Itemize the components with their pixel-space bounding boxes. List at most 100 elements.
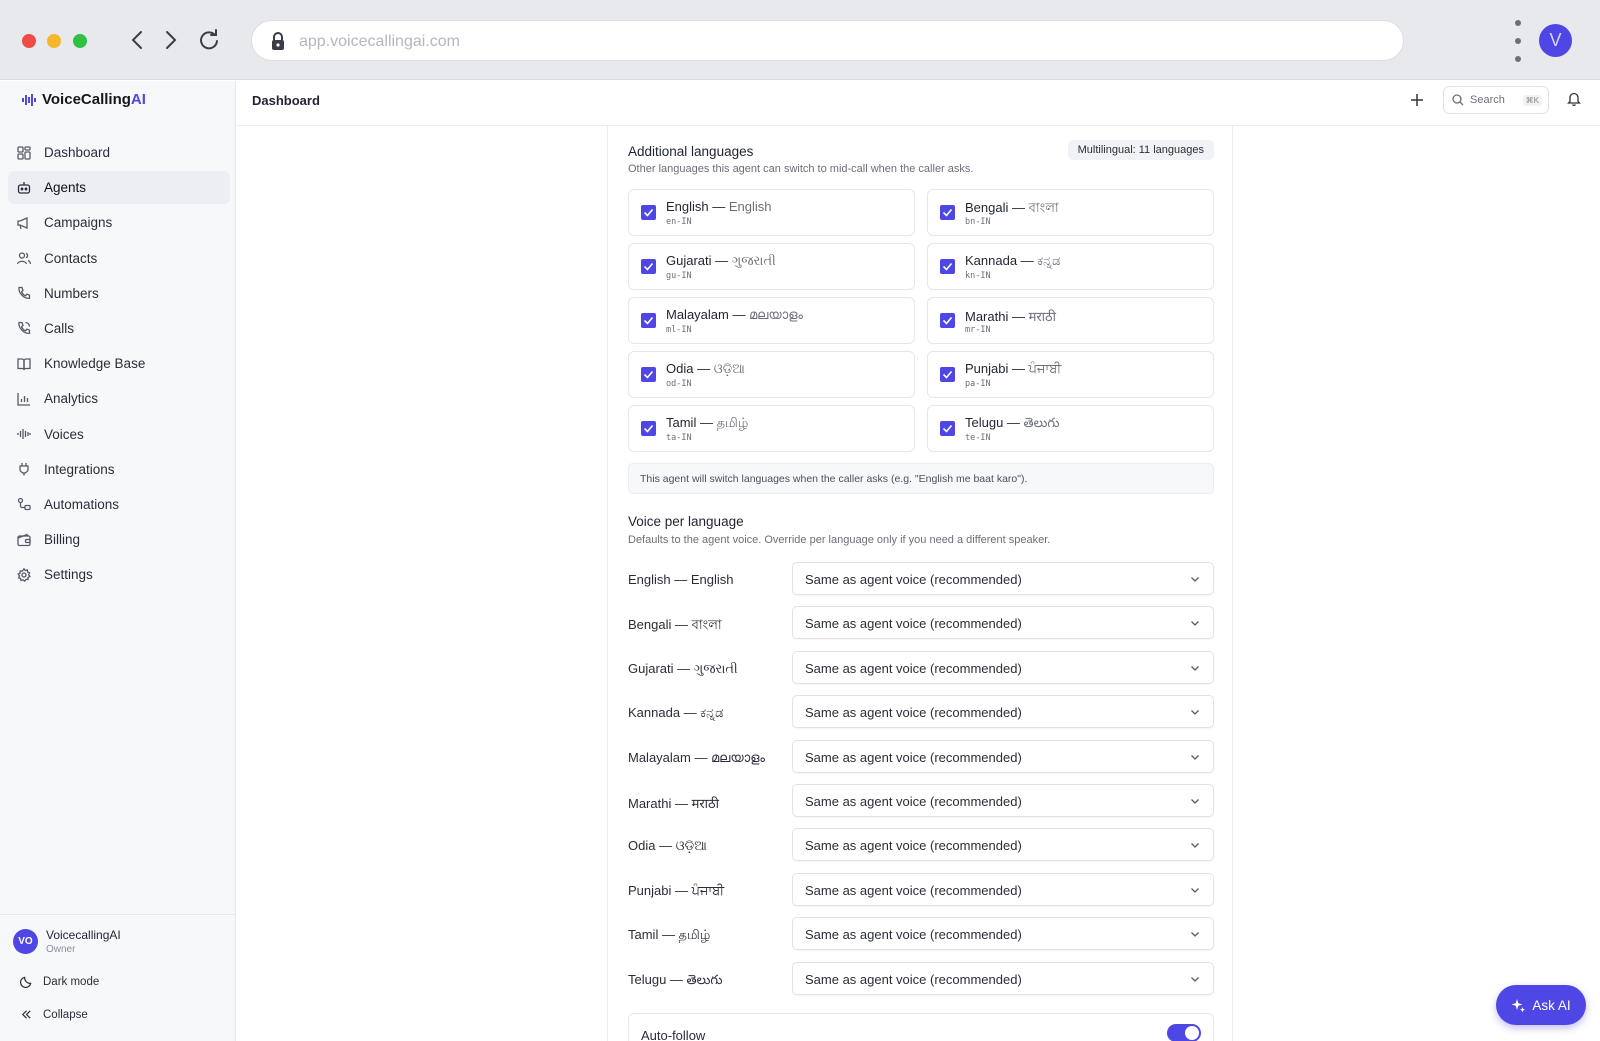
checkbox-checked[interactable] [940, 313, 955, 328]
language-code: mr-IN [965, 325, 991, 335]
chevrons-left-icon [21, 1010, 31, 1019]
language-native: मराठी [1028, 309, 1056, 324]
checkbox-checked[interactable] [940, 367, 955, 382]
window-close-button[interactable] [22, 34, 36, 48]
voice-select[interactable]: Same as agent voice (recommended) [792, 961, 1214, 995]
checkbox-checked[interactable] [940, 421, 955, 436]
checkbox-checked[interactable] [641, 421, 656, 436]
checkbox-checked[interactable] [641, 367, 656, 382]
language-option-malayalam[interactable]: Malayalam — മലയാളം ml-IN [628, 297, 915, 344]
voice-select[interactable]: Same as agent voice (recommended) [792, 783, 1214, 817]
sidebar-item-label: Numbers [44, 285, 99, 301]
voice-row-label: Punjabi — ਪੰਜਾਬੀ [628, 882, 725, 898]
language-option-tamil[interactable]: Tamil — தமிழ் ta-IN [628, 405, 915, 452]
language-code: ml-IN [666, 325, 692, 335]
address-bar[interactable]: app.voicecallingai.com [251, 20, 1404, 61]
auto-follow-toggle[interactable] [1167, 1024, 1201, 1041]
sidebar-item-agents[interactable]: Agents [8, 171, 230, 205]
voice-row: Punjabi — ਪੰਜਾਬੀ Same as agent voice (re… [628, 872, 1214, 917]
collapse-button[interactable]: Collapse [20, 1008, 88, 1021]
window-maximize-button[interactable] [73, 34, 87, 48]
reload-button[interactable] [195, 26, 223, 54]
language-name: Gujarati [666, 253, 712, 268]
voice-select[interactable]: Same as agent voice (recommended) [792, 828, 1214, 862]
voice-row: Gujarati — ગુજરાતી Same as agent voice (… [628, 650, 1214, 695]
waveform-logo-icon [22, 93, 36, 106]
voice-select[interactable]: Same as agent voice (recommended) [792, 695, 1214, 729]
sidebar-item-contacts[interactable]: Contacts [8, 242, 230, 275]
sidebar-item-settings[interactable]: Settings [8, 558, 230, 591]
language-checkbox-grid: English — English en-IN Bengali — বাংলা … [628, 189, 1214, 452]
add-button[interactable] [1410, 90, 1424, 113]
voice-select[interactable]: Same as agent voice (recommended) [792, 872, 1214, 906]
voice-row: Telugu — తెలుగు Same as agent voice (rec… [628, 961, 1214, 1006]
voice-row-label: Tamil — தமிழ் [628, 927, 711, 943]
sidebar-item-label: Agents [44, 180, 87, 196]
checkbox-checked[interactable] [940, 205, 955, 220]
voice-row-label: Malayalam — മലയാളം [628, 749, 765, 765]
voice-row-label: Marathi — मराठी [628, 795, 719, 811]
chevron-down-icon [1191, 932, 1199, 938]
language-option-marathi[interactable]: Marathi — मराठी mr-IN [927, 297, 1214, 344]
language-native: తెలుగు [1023, 415, 1060, 430]
sidebar-item-integrations[interactable]: Integrations [8, 453, 230, 486]
checkbox-checked[interactable] [641, 313, 656, 328]
language-option-telugu[interactable]: Telugu — తెలుగు te-IN [927, 405, 1214, 452]
language-code: kn-IN [965, 271, 991, 281]
sidebar-item-analytics[interactable]: Analytics [8, 382, 230, 415]
sidebar-item-campaigns[interactable]: Campaigns [8, 206, 230, 239]
language-name: Kannada [965, 253, 1018, 268]
plug-icon [16, 461, 32, 477]
language-option-english[interactable]: English — English en-IN [628, 189, 915, 236]
browser-menu-icon[interactable] [1508, 20, 1528, 62]
language-code: gu-IN [666, 271, 692, 281]
sidebar-item-calls[interactable]: Calls [8, 312, 230, 345]
browser-profile-avatar[interactable]: V [1539, 24, 1572, 57]
brand-logo[interactable]: VoiceCallingAI [22, 91, 146, 108]
language-option-bengali[interactable]: Bengali — বাংলা bn-IN [927, 189, 1214, 236]
chevron-left-icon [131, 31, 142, 49]
sidebar-item-automations[interactable]: Automations [8, 488, 230, 521]
dark-mode-label: Dark mode [43, 975, 100, 988]
dark-mode-toggle[interactable]: Dark mode [20, 975, 99, 988]
forward-button[interactable] [157, 26, 185, 54]
checkbox-checked[interactable] [940, 259, 955, 274]
voice-select[interactable]: Same as agent voice (recommended) [792, 562, 1214, 595]
sidebar-item-billing[interactable]: Billing [8, 523, 230, 556]
sidebar-item-knowledge-base[interactable]: Knowledge Base [8, 347, 230, 380]
language-option-gujarati[interactable]: Gujarati — ગુજરાતી gu-IN [628, 243, 915, 290]
voice-row: English — English Same as agent voice (r… [628, 562, 1214, 606]
users-icon [16, 250, 32, 266]
collapse-label: Collapse [43, 1008, 88, 1021]
sidebar-item-dashboard[interactable]: Dashboard [8, 136, 230, 169]
voice-select[interactable]: Same as agent voice (recommended) [792, 917, 1214, 951]
language-name: English [666, 199, 709, 214]
language-name: Telugu [965, 415, 1004, 430]
language-option-odia[interactable]: Odia — ଓଡ଼ିଆ od-IN [628, 351, 915, 398]
language-option-punjabi[interactable]: Punjabi — ਪੰਜਾਬੀ pa-IN [927, 351, 1214, 398]
sidebar-item-numbers[interactable]: Numbers [8, 277, 230, 310]
sidebar-item-label: Dashboard [44, 145, 111, 160]
checkbox-checked[interactable] [641, 259, 656, 274]
language-option-kannada[interactable]: Kannada — ಕನ್ನಡ kn-IN [927, 243, 1214, 290]
sidebar-item-voices[interactable]: Voices [8, 418, 230, 451]
back-button[interactable] [123, 26, 151, 54]
ask-ai-button[interactable]: Ask AI [1496, 985, 1586, 1025]
bot-icon [16, 180, 32, 196]
notifications-button[interactable] [1566, 91, 1582, 111]
voice-select[interactable]: Same as agent voice (recommended) [792, 606, 1214, 640]
voice-select[interactable]: Same as agent voice (recommended) [792, 739, 1214, 773]
voice-per-language-subtitle: Defaults to the agent voice. Override pe… [628, 534, 1051, 546]
checkbox-checked[interactable] [641, 205, 656, 220]
search-input[interactable]: Search ⌘K [1443, 86, 1549, 114]
gear-icon [16, 567, 32, 583]
window-minimize-button[interactable] [47, 34, 61, 48]
voice-select-value: Same as agent voice (recommended) [805, 971, 1022, 987]
additional-languages-subtitle: Other languages this agent can switch to… [628, 163, 974, 175]
search-shortcut: ⌘K [1522, 94, 1542, 106]
voice-select[interactable]: Same as agent voice (recommended) [792, 650, 1214, 684]
check-icon [643, 424, 654, 433]
language-switch-note: This agent will switch languages when th… [628, 463, 1214, 494]
voice-row: Tamil — தமிழ் Same as agent voice (recom… [628, 917, 1214, 961]
user-profile[interactable]: VO VoicecallingAI Owner [13, 928, 121, 955]
